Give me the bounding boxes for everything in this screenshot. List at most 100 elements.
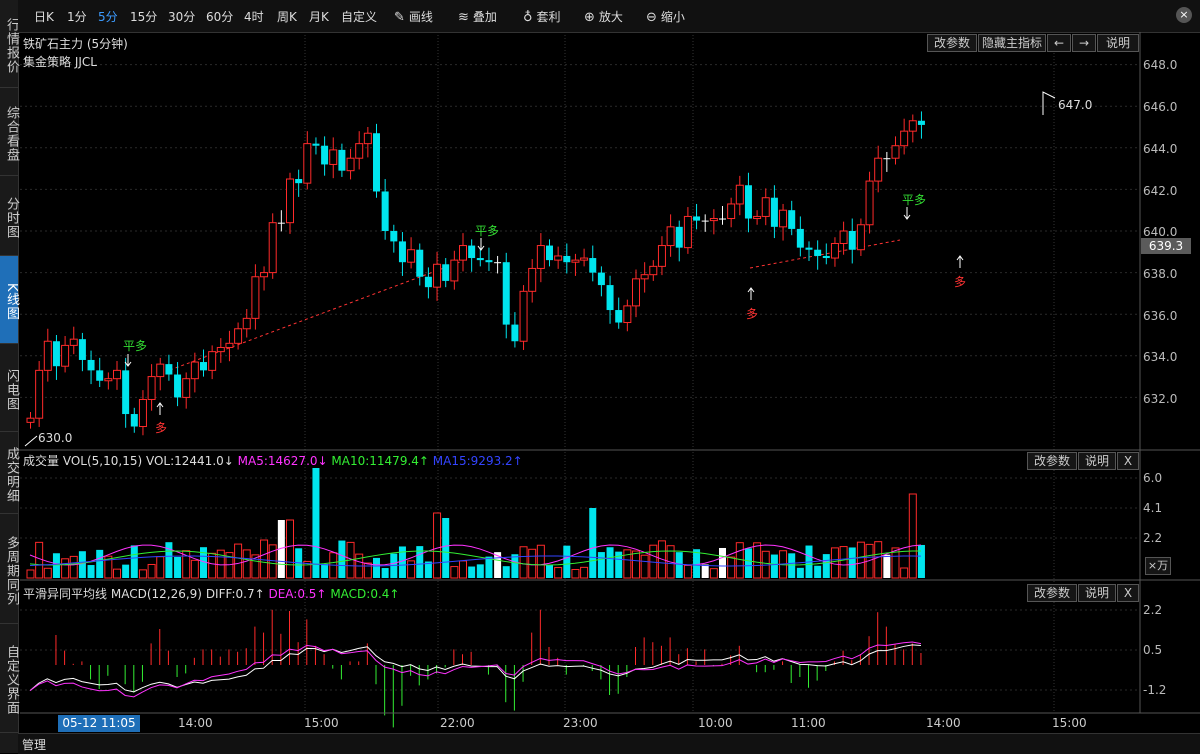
y-tick: 644.0 (1143, 142, 1178, 156)
candle-body (303, 143, 312, 184)
volume-bar (796, 567, 804, 578)
volume-bar (174, 556, 182, 578)
volume-y-tick: 6.0 (1143, 471, 1163, 485)
candle-body (61, 344, 70, 367)
macd-help-button[interactable]: 说明 (1078, 584, 1116, 602)
main-help-button[interactable]: 说明 (1097, 34, 1139, 52)
candle-body (753, 215, 762, 220)
candle-body (433, 263, 442, 288)
trend-line (169, 239, 901, 371)
volume-bar (719, 547, 726, 578)
volume-bar (381, 568, 389, 578)
candle-body (130, 414, 138, 427)
volume-bar (407, 560, 416, 579)
candle-body (190, 361, 199, 380)
candle-body (225, 342, 234, 348)
candle-body (839, 230, 848, 244)
candle-body (260, 272, 269, 278)
volume-bar (363, 562, 372, 579)
volume-bar (788, 553, 796, 578)
volume-bar (814, 565, 822, 578)
volume-bar (476, 564, 484, 578)
candle-body (788, 210, 796, 229)
main-params-button[interactable]: 改参数 (927, 34, 977, 52)
candle-body (147, 376, 156, 400)
macd-histogram (55, 609, 922, 728)
hide-main-indicator-button[interactable]: 隐藏主指标 (978, 34, 1046, 52)
candle-body (874, 157, 883, 182)
candle-body (312, 143, 320, 146)
candle-body (900, 130, 909, 147)
candle-body (649, 265, 658, 276)
candle-body (69, 338, 78, 346)
macd-close-button[interactable]: X (1117, 584, 1139, 602)
candle-body (494, 262, 502, 264)
macd-params-button[interactable]: 改参数 (1027, 584, 1077, 602)
candle-body (693, 216, 701, 221)
macd-y-tick: -1.2 (1143, 683, 1167, 697)
candle-body (865, 180, 874, 226)
candle-body (814, 249, 822, 256)
candle-body (830, 242, 839, 259)
candlesticks (26, 111, 925, 436)
candle-body (779, 209, 788, 228)
candle-body (701, 220, 709, 222)
candle-body (683, 215, 692, 249)
candle-body (536, 245, 545, 269)
candle-body (424, 276, 432, 288)
volume-y-tick: 2.2 (1143, 531, 1163, 545)
volume-bar (52, 553, 60, 578)
volume-bar (450, 566, 459, 579)
signal-arrow (903, 207, 911, 220)
candle-body (329, 149, 338, 165)
candle-body (122, 370, 130, 415)
volume-bar (709, 568, 718, 579)
volume-close-button[interactable]: X (1117, 452, 1139, 470)
candle-body (416, 249, 424, 277)
y-tick: 648.0 (1143, 58, 1178, 72)
volume-bar (96, 549, 104, 578)
volume-bar (874, 541, 883, 579)
volume-bar (735, 542, 744, 579)
volume-bar (571, 568, 580, 579)
candle-body (295, 179, 303, 184)
candle-body (26, 417, 35, 423)
candle-body (373, 133, 380, 192)
volume-bar (883, 554, 891, 578)
bottom-bar: 管理 (18, 733, 1200, 754)
high-price-label: 647.0 (1058, 98, 1093, 112)
candle-body (355, 143, 364, 159)
signal-arrow (956, 255, 964, 268)
candle-body (381, 191, 389, 231)
candle-body (182, 378, 191, 398)
volume-bar (165, 542, 173, 578)
candle-body (571, 259, 580, 263)
candle-body (848, 231, 856, 250)
arrow-left-icon[interactable]: ← (1047, 34, 1071, 52)
candle-body (442, 264, 450, 281)
volume-params-button[interactable]: 改参数 (1027, 452, 1077, 470)
candle-body (363, 132, 372, 145)
candle-body (822, 255, 830, 259)
candle-body (78, 339, 86, 360)
kline-chart[interactable] (0, 0, 1200, 753)
volume-bar (830, 547, 839, 579)
volume-bar (468, 566, 476, 578)
volume-bar (260, 539, 269, 579)
volume-bar (502, 566, 510, 578)
x-tick: 10:00 (698, 716, 733, 730)
x-tick: 15:00 (304, 716, 339, 730)
candle-body (35, 369, 44, 419)
signal-arrow (747, 287, 755, 300)
arrow-right-icon[interactable]: → (1072, 34, 1096, 52)
volume-unit-toggle[interactable]: ×万 (1145, 557, 1171, 575)
volume-bar (563, 545, 571, 578)
manage-button[interactable]: 管理 (22, 736, 46, 753)
volume-help-button[interactable]: 说明 (1078, 452, 1116, 470)
volume-bar (597, 552, 605, 578)
candle-body (208, 351, 217, 371)
volume-bar (744, 548, 752, 578)
volume-bar (675, 552, 683, 578)
volume-bar (640, 554, 649, 579)
x-tick: 22:00 (440, 716, 475, 730)
